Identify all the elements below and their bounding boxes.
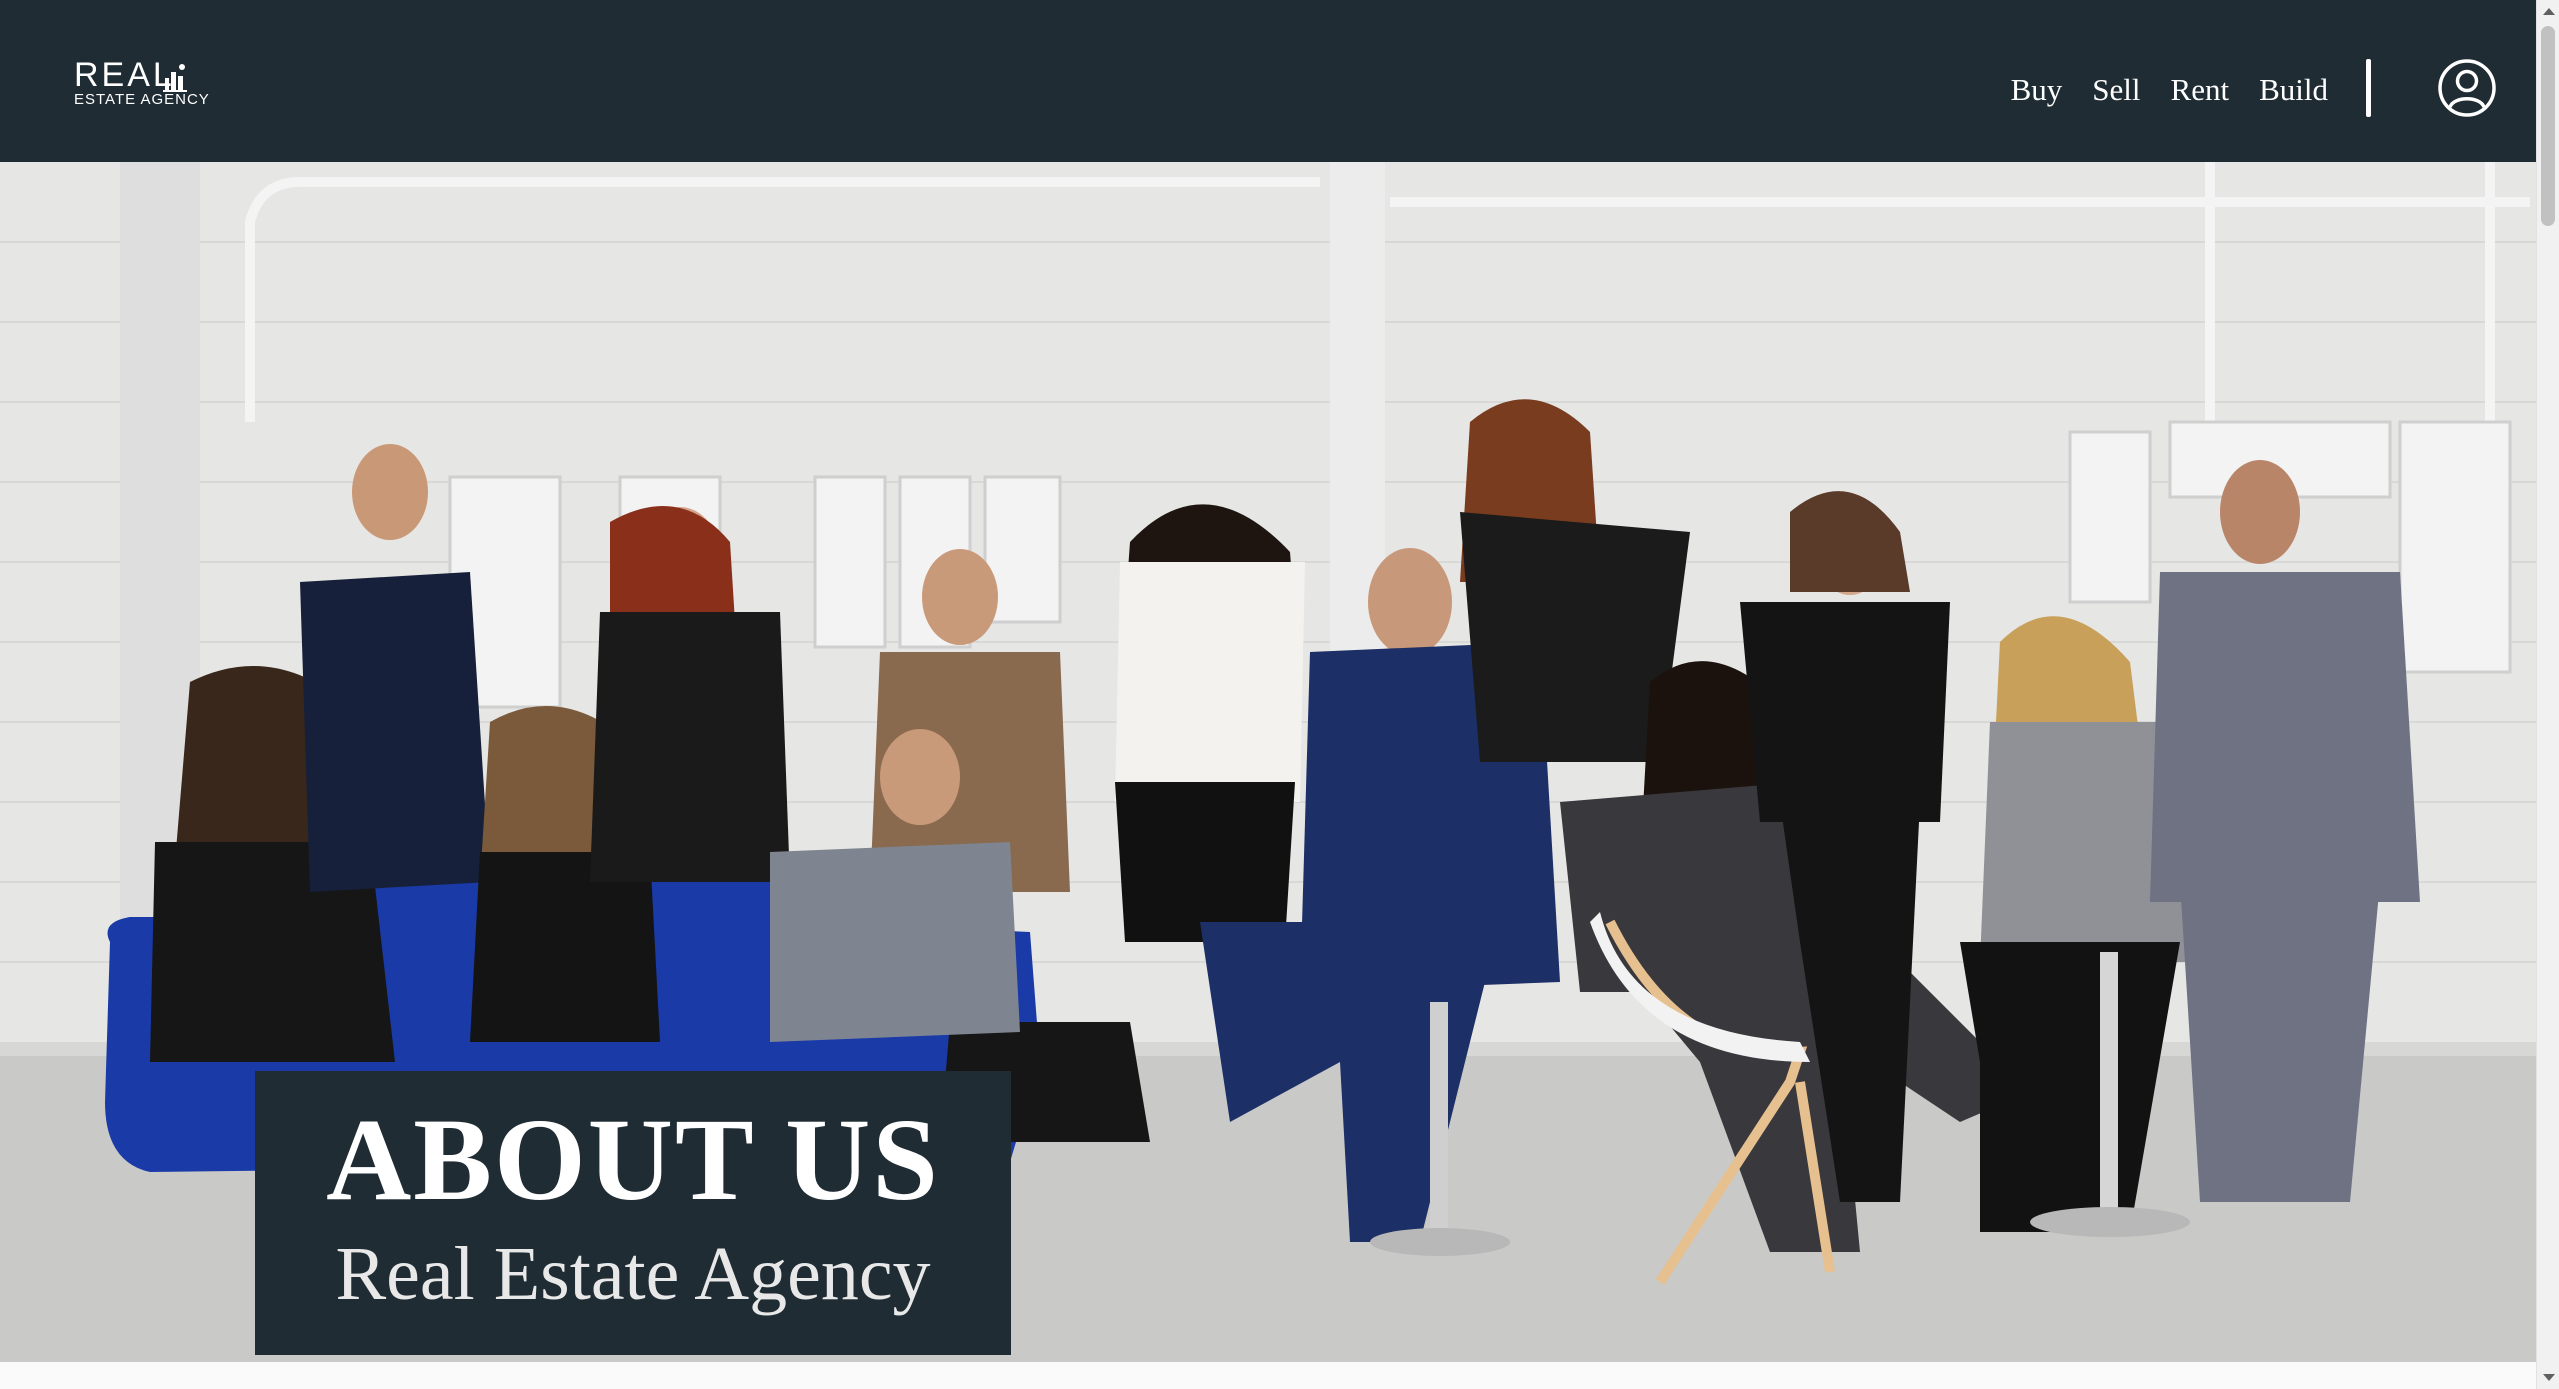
vertical-scrollbar[interactable]	[2536, 0, 2559, 1389]
building-icon	[163, 64, 187, 92]
scroll-up-arrow-icon[interactable]	[2543, 8, 2555, 15]
page: REAL ESTATE AGENCY Buy Sell Rent Build A…	[0, 0, 2559, 1389]
about-title: ABOUT US	[326, 1094, 940, 1225]
main-nav: Buy Sell Rent Build	[2011, 68, 2328, 112]
logo-text-primary: REAL	[74, 56, 175, 94]
logo-text-secondary: ESTATE AGENCY	[74, 91, 210, 108]
nav-divider	[2366, 59, 2371, 117]
hero-section: ABOUT US Real Estate Agency	[0, 162, 2536, 1362]
site-logo[interactable]: REAL ESTATE AGENCY	[74, 56, 209, 112]
scroll-thumb[interactable]	[2541, 26, 2555, 226]
about-subtitle: Real Estate Agency	[335, 1232, 931, 1316]
nav-link-build[interactable]: Build	[2259, 68, 2328, 112]
about-heading-box: ABOUT US Real Estate Agency	[255, 1071, 1011, 1355]
page-bottom-strip	[0, 1362, 2536, 1389]
nav-link-rent[interactable]: Rent	[2171, 68, 2230, 112]
scroll-down-arrow-icon[interactable]	[2543, 1374, 2555, 1381]
user-circle-icon[interactable]	[2437, 58, 2497, 118]
top-header: REAL ESTATE AGENCY Buy Sell Rent Build	[0, 0, 2536, 162]
nav-link-buy[interactable]: Buy	[2011, 68, 2063, 112]
nav-link-sell[interactable]: Sell	[2092, 68, 2140, 112]
